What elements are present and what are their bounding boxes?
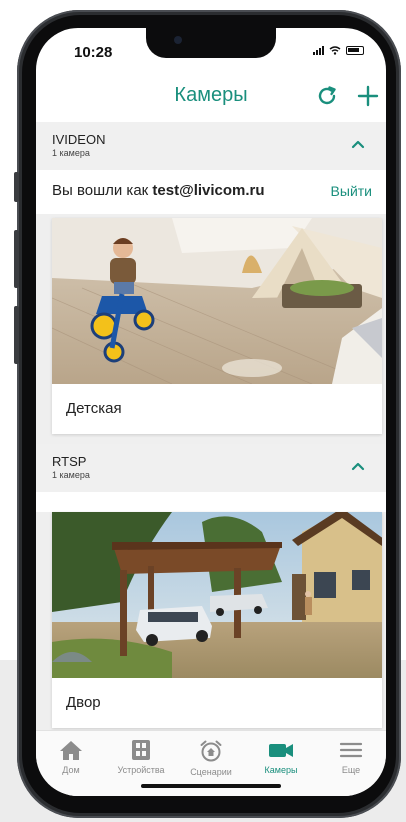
status-time: 10:28 [74, 44, 113, 61]
group-header-rtsp[interactable]: RTSP 1 камера [36, 444, 386, 492]
login-row: Вы вошли как test@livicom.ru Выйти [36, 170, 386, 214]
group-title: IVIDEON [52, 132, 106, 147]
plus-icon [357, 85, 379, 107]
camera-card-nursery[interactable]: Детская [52, 218, 382, 434]
tab-label: Еще [341, 765, 361, 775]
camera-list: IVIDEON 1 камера Вы вошли как test@livic… [36, 122, 386, 730]
login-account: test@livicom.ru [152, 182, 265, 199]
front-camera [174, 36, 182, 44]
signal-icon [313, 46, 324, 55]
tab-scenarios[interactable]: Сценарии [176, 739, 246, 777]
camera-icon [269, 744, 293, 757]
camera-preview-image[interactable] [52, 512, 382, 678]
group-camera-count: 1 камера [52, 148, 90, 158]
camera-name: Детская [66, 400, 122, 417]
group-camera-count: 1 камера [52, 470, 90, 480]
tab-cameras[interactable]: Камеры [246, 739, 316, 775]
menu-icon [339, 742, 363, 758]
logout-link[interactable]: Выйти [331, 183, 372, 199]
camera-card-yard[interactable]: Двор [52, 512, 382, 728]
volume-down-button [14, 306, 19, 364]
chevron-up-icon[interactable] [348, 456, 368, 476]
camera-preview-image[interactable] [52, 218, 382, 384]
notch [146, 28, 276, 58]
mute-switch [14, 172, 19, 202]
wifi-icon [329, 46, 341, 55]
refresh-button[interactable] [313, 82, 341, 110]
tab-label: Камеры [264, 765, 298, 775]
add-camera-button[interactable] [354, 82, 382, 110]
battery-icon [346, 46, 364, 55]
app-header: Камеры [36, 72, 386, 122]
group-spacer [36, 492, 386, 512]
tab-devices[interactable]: Устройства [106, 739, 176, 775]
tab-more[interactable]: Еще [316, 739, 386, 775]
app-screen: 10:28 Камеры IVIDEON 1 камера Вы вошли к… [36, 28, 386, 796]
refresh-icon [318, 86, 336, 105]
login-prefix: Вы вошли как [52, 182, 153, 199]
tab-label: Устройства [117, 765, 165, 775]
tab-label: Дом [62, 765, 80, 775]
camera-name: Двор [66, 694, 101, 711]
home-indicator [141, 784, 281, 788]
group-header-ivideon[interactable]: IVIDEON 1 камера [36, 122, 386, 170]
chevron-up-icon[interactable] [348, 134, 368, 154]
volume-up-button [14, 230, 19, 288]
nursery-scene [52, 218, 382, 384]
group-title: RTSP [52, 454, 87, 469]
devices-icon [132, 740, 150, 760]
tab-label: Сценарии [190, 767, 232, 777]
yard-scene [52, 512, 382, 678]
home-icon [60, 741, 82, 760]
status-icons [313, 46, 364, 55]
login-status: Вы вошли как test@livicom.ru [52, 182, 265, 199]
alarm-clock-icon [200, 740, 222, 762]
tab-home[interactable]: Дом [36, 739, 106, 775]
